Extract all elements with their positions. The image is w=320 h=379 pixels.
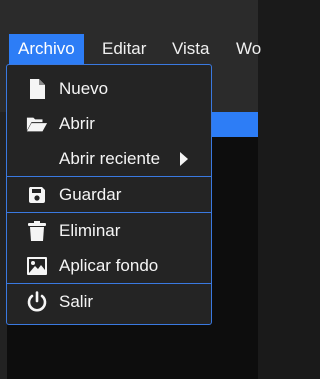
chevron-right-icon (179, 151, 189, 172)
power-icon (26, 290, 48, 313)
menubar-item-wo[interactable]: Wo (227, 34, 270, 64)
menu-item-eliminar[interactable]: Eliminar (7, 213, 211, 248)
menu-item-aplicar-fondo[interactable]: Aplicar fondo (7, 248, 211, 283)
save-icon (26, 184, 48, 206)
image-icon (26, 255, 48, 277)
menu-item-label: Abrir (59, 113, 95, 133)
menu-item-label: Abrir reciente (59, 148, 161, 168)
menu-item-guardar[interactable]: Guardar (7, 177, 211, 212)
menu-item-label: Guardar (59, 184, 122, 204)
menu-item-label: Aplicar fondo (59, 255, 159, 275)
archivo-dropdown-menu: Nuevo Abrir Abrir reciente Guardar Elimi… (6, 64, 212, 325)
menu-item-label: Salir (59, 291, 94, 311)
menu-item-label: Eliminar (59, 220, 121, 240)
file-icon (26, 78, 48, 100)
menu-item-label: Nuevo (59, 78, 109, 98)
menu-item-salir[interactable]: Salir (7, 284, 211, 319)
menubar-item-archivo[interactable]: Archivo (9, 34, 84, 64)
menubar: Archivo Editar Vista Wo (0, 0, 261, 64)
menu-item-abrir[interactable]: Abrir (7, 106, 211, 141)
trash-icon (26, 220, 48, 242)
menu-item-nuevo[interactable]: Nuevo (7, 71, 211, 106)
folder-open-icon (26, 113, 48, 135)
menu-item-abrir-reciente[interactable]: Abrir reciente (7, 141, 211, 176)
menubar-item-vista[interactable]: Vista (163, 34, 219, 64)
menubar-item-editar[interactable]: Editar (93, 34, 155, 64)
